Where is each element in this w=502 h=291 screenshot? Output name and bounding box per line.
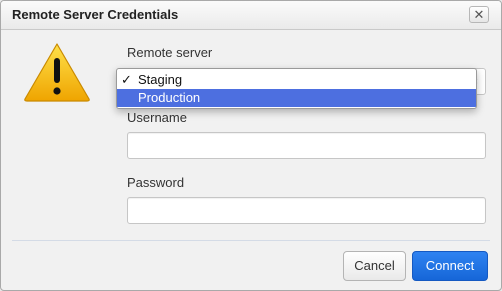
cancel-button[interactable]: Cancel: [343, 251, 406, 281]
close-icon: ✕: [473, 7, 485, 22]
credentials-dialog: Remote Server Credentials ✕ Remote serve…: [0, 0, 502, 291]
close-button[interactable]: ✕: [469, 6, 489, 23]
username-label: Username: [127, 110, 187, 125]
option-production[interactable]: Production: [117, 89, 476, 107]
checkmark-icon: ✓: [121, 72, 132, 87]
option-label: Staging: [138, 72, 183, 87]
title-bar: Remote Server Credentials ✕: [1, 1, 501, 30]
password-field[interactable]: [127, 197, 486, 224]
option-label: Production: [138, 90, 201, 105]
dialog-title: Remote Server Credentials: [12, 7, 179, 22]
footer-divider: [12, 240, 490, 241]
warning-triangle-icon: [24, 43, 90, 102]
username-field[interactable]: [127, 132, 486, 159]
option-staging[interactable]: ✓ Staging: [117, 71, 476, 89]
remote-server-label: Remote server: [127, 45, 213, 60]
server-dropdown-menu: ✓ Staging Production: [116, 68, 477, 109]
connect-button[interactable]: Connect: [412, 251, 488, 281]
password-label: Password: [127, 175, 185, 190]
